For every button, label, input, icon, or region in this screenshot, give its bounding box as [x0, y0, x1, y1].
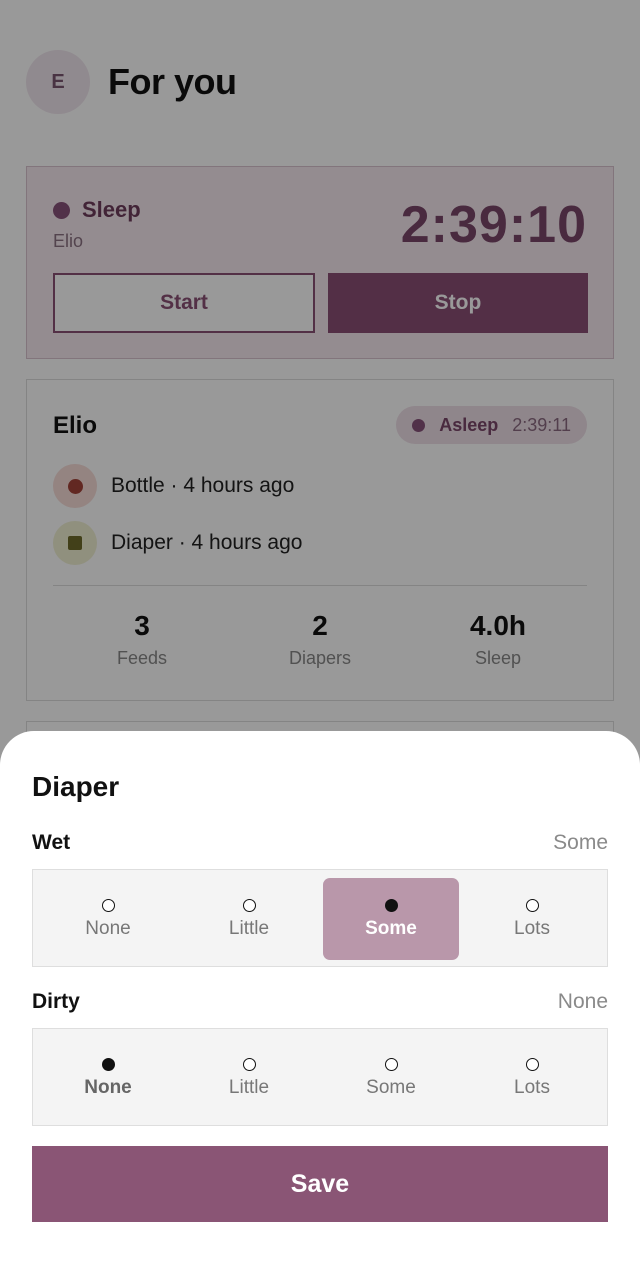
wet-field-row: Wet Some: [32, 831, 608, 855]
wet-option-lots[interactable]: Lots: [464, 878, 600, 960]
dirty-value: None: [557, 990, 608, 1013]
option-label: Lots: [514, 917, 550, 939]
save-button[interactable]: Save: [32, 1146, 608, 1222]
wet-option-some[interactable]: Some: [323, 878, 459, 960]
radio-selected-icon: [101, 1057, 115, 1071]
dirty-option-some[interactable]: Some: [323, 1037, 459, 1119]
wet-segmented-control: None Little Some Lots: [32, 869, 608, 967]
option-label: Little: [228, 1076, 270, 1098]
dirty-option-little[interactable]: Little: [181, 1037, 317, 1119]
option-label: None: [85, 917, 131, 939]
radio-icon: [101, 898, 115, 912]
option-label: Lots: [514, 1076, 550, 1098]
dirty-option-none[interactable]: None: [40, 1037, 176, 1119]
option-label: Some: [365, 917, 417, 939]
radio-selected-icon: [384, 898, 398, 912]
dirty-option-lots[interactable]: Lots: [464, 1037, 600, 1119]
dirty-segmented-control: None Little Some Lots: [32, 1028, 608, 1126]
wet-option-little[interactable]: Little: [181, 878, 317, 960]
radio-icon: [384, 1057, 398, 1071]
sheet-title: Diaper: [32, 771, 120, 802]
radio-icon: [525, 898, 539, 912]
radio-icon: [242, 898, 256, 912]
wet-option-none[interactable]: None: [40, 878, 176, 960]
option-label: Little: [228, 917, 270, 939]
option-label: None: [84, 1076, 132, 1098]
option-label: Some: [366, 1076, 416, 1098]
radio-icon: [525, 1057, 539, 1071]
wet-label: Wet: [32, 831, 71, 854]
wet-value: Some: [553, 831, 608, 854]
dirty-field-row: Dirty None: [32, 990, 608, 1014]
diaper-bottom-sheet: Diaper Wet Some None Little Some Lots Di…: [0, 731, 640, 1267]
dirty-label: Dirty: [32, 990, 80, 1013]
radio-icon: [242, 1057, 256, 1071]
